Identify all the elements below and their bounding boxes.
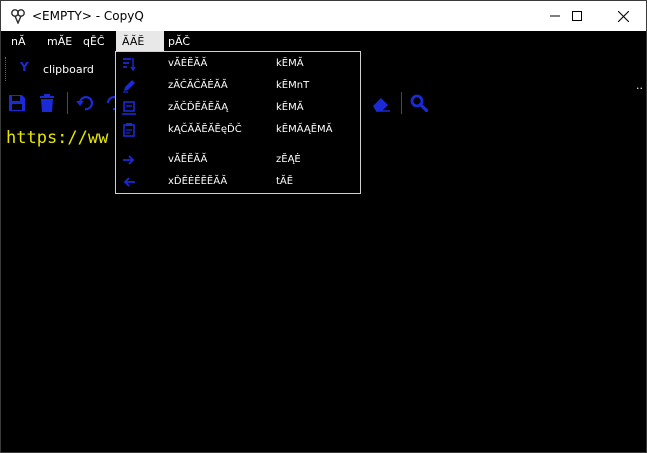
dropdown-item-shortcut: kĒMĂĄĔMĂ [276, 124, 333, 135]
menu-item-menu[interactable]: qĒĈ [81, 31, 107, 52]
dropdown-item-label: zĂĈĂĈĂĖĂĂ [168, 80, 228, 91]
tabs-dropdown-menu: vĂĖĔĂĂ kĒMĂ zĂĈĂĈĂĖĂĂ kĒMnT zĂČĎĔĂĔĂĄ kĒ… [115, 51, 361, 194]
dropdown-item-label: vĂĔĔĂĂ [168, 154, 208, 165]
toolbar-grip[interactable] [5, 57, 8, 81]
dropdown-item[interactable]: zĂĈĂĈĂĖĂĂ kĒMnT [116, 76, 360, 98]
menu-edit[interactable]: mĂE [45, 31, 74, 52]
reverse-icon [122, 101, 136, 115]
dropdown-item-shortcut: kĒMĂ [276, 58, 304, 69]
window-title: <EMPTY> - CopyQ [32, 9, 144, 23]
dropdown-item[interactable]: xĎĔĖĔĔĔĂĂ tĂĔ [116, 172, 360, 194]
close-icon [617, 10, 629, 22]
copyq-app-icon [11, 9, 25, 24]
dropdown-item-shortcut: kĒMnT [276, 80, 310, 91]
menu-file[interactable]: nĂ [9, 31, 28, 52]
dropdown-item-shortcut: tĂĔ [276, 176, 294, 187]
previous-icon [123, 177, 135, 187]
paste-icon [123, 123, 135, 137]
close-button[interactable] [600, 1, 646, 31]
next-icon [123, 155, 135, 165]
eraser-icon[interactable] [372, 94, 390, 112]
clipboard-item-text[interactable]: https://ww [6, 128, 108, 148]
menu-bar: nĂ mĂE qĒĈ ĂĂĔ pĂČ [1, 31, 646, 52]
title-bar[interactable]: <EMPTY> - CopyQ [1, 1, 646, 31]
dropdown-item-label: zĂČĎĔĂĔĂĄ [168, 102, 229, 113]
dropdown-item-label: kĄČĂĂĔĂĔęĎČ [168, 124, 242, 135]
maximize-button[interactable] [554, 1, 600, 31]
search-icon[interactable] [410, 94, 428, 112]
dropdown-item[interactable]: vĂĖĔĂĂ kĒMĂ [116, 54, 360, 76]
dropdown-item[interactable]: kĄČĂĂĔĂĔęĎČ kĒMĂĄĔMĂ [116, 120, 360, 142]
menu-tabs-open[interactable]: ĂĂĔ [116, 31, 164, 52]
maximize-icon [572, 11, 582, 21]
tab-clipboard[interactable]: clipboard [43, 63, 94, 76]
save-icon[interactable] [8, 94, 26, 112]
toolbar-separator [401, 92, 402, 114]
toolbar-more-indicator[interactable]: .. [636, 79, 643, 92]
undo-icon[interactable] [76, 94, 94, 112]
dropdown-item-label: vĂĖĔĂĂ [168, 58, 208, 69]
sort-icon [123, 58, 136, 71]
tab-clipboard-icon: Y [20, 60, 29, 74]
dropdown-item-label: xĎĔĖĔĔĔĂĂ [168, 176, 228, 187]
dropdown-item-shortcut: kĒMĂ [276, 102, 304, 113]
edit-icon [123, 80, 135, 93]
dropdown-item[interactable]: vĂĔĔĂĂ zĔĄĖ [116, 150, 360, 172]
dropdown-item[interactable]: zĂČĎĔĂĔĂĄ kĒMĂ [116, 98, 360, 120]
menu-help[interactable]: pĂČ [166, 31, 192, 52]
dropdown-item-shortcut: zĔĄĖ [276, 154, 301, 165]
toolbar-separator [67, 92, 68, 114]
trash-icon[interactable] [38, 94, 56, 112]
